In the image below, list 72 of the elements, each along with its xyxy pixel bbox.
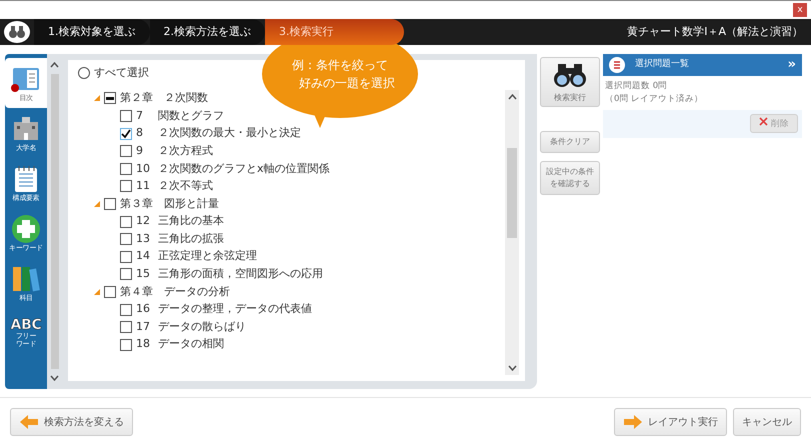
checkbox[interactable] (120, 110, 132, 122)
binoculars-icon (553, 62, 587, 88)
item-label: 正弦定理と余弦定理 (158, 248, 257, 264)
item-number: 10 (136, 160, 151, 177)
scrollbar-track[interactable] (505, 90, 519, 375)
scrollbar-thumb[interactable] (507, 148, 517, 238)
step-tab[interactable]: 1.検索対象を選ぶ (34, 19, 150, 45)
checkbox[interactable] (120, 128, 132, 140)
item-label: データの相関 (158, 336, 224, 352)
item-number: 14 (136, 248, 151, 264)
list-icon (609, 57, 625, 73)
item-label: 三角比の拡張 (158, 230, 224, 247)
item-label: データの整理，データの代表値 (158, 301, 312, 318)
checkbox[interactable] (104, 198, 116, 210)
close-button[interactable]: x (793, 3, 807, 17)
layout-run-button[interactable]: レイアウト実行 (614, 408, 727, 436)
item-number: 16 (136, 301, 151, 318)
item-number: 18 (136, 336, 151, 352)
left-arrow-icon (19, 414, 39, 430)
item-number: 8 (136, 125, 144, 142)
callout-text: 例：条件を絞って (292, 57, 388, 74)
step-tab[interactable]: 3.検索実行 (265, 19, 404, 45)
item-number: 13 (136, 230, 151, 247)
binoculars-icon (4, 21, 30, 43)
chapter-label: 第４章 データの分析 (120, 284, 230, 300)
checkbox[interactable] (120, 233, 132, 246)
checkbox[interactable] (120, 304, 132, 316)
checkbox[interactable] (120, 162, 132, 175)
item-number: 15 (136, 266, 151, 282)
checkbox[interactable] (104, 286, 116, 298)
item-label: 三角比の基本 (158, 213, 224, 230)
item-label: データの散らばり (158, 318, 246, 335)
checkbox[interactable] (120, 338, 132, 351)
checkbox[interactable] (120, 268, 132, 280)
scrollbar-thumb[interactable] (50, 74, 58, 369)
checkbox[interactable] (120, 145, 132, 158)
close-icon (759, 116, 768, 126)
abc-icon: ABC (10, 318, 42, 332)
item-label: ２次関数のグラフとx軸の位置関係 (158, 160, 330, 177)
checkmark-icon (121, 128, 131, 139)
panel-title: 選択問題一覧 (635, 58, 689, 72)
expand-button[interactable]: » (788, 55, 796, 75)
checkbox[interactable] (120, 216, 132, 228)
plus-icon (11, 214, 41, 244)
item-label: ２次関数の最大・最小と決定 (158, 125, 301, 142)
book-title: 黄チャート数学Ⅰ＋A（解法と演習） (627, 24, 804, 40)
item-label: 関数とグラフ (158, 108, 224, 124)
action-button[interactable]: 検索実行 (540, 57, 600, 107)
action-button[interactable]: 設定中の条件を確認する (540, 161, 600, 195)
minus-icon (106, 96, 114, 100)
chapter-label: 第３章 図形と計量 (120, 196, 219, 212)
item-number: 12 (136, 213, 151, 230)
layout-count: （0問 レイアウト済み） (605, 92, 704, 106)
checkbox[interactable] (120, 321, 132, 334)
chapter-label: 第２章 ２次関数 (120, 90, 208, 106)
action-button[interactable]: 条件クリア (540, 131, 600, 153)
selected-count: 選択問題数 0問 (605, 80, 668, 93)
item-label: ２次不等式 (158, 178, 213, 194)
callout-text: 好みの一題を選択 (298, 75, 395, 92)
item-label: ２次方程式 (158, 142, 213, 159)
item-number: 7 (136, 108, 144, 124)
item-number: 11 (136, 178, 151, 194)
step-tab[interactable]: 2.検索方法を選ぶ (150, 19, 265, 45)
item-label: 三角形の面積，空間図形への応用 (158, 266, 323, 282)
checkbox[interactable] (120, 250, 132, 263)
back-button[interactable]: 検索方法を変える (10, 408, 133, 436)
checkbox[interactable] (104, 92, 116, 104)
right-arrow-icon (623, 414, 643, 430)
item-number: 17 (136, 318, 151, 335)
checkbox[interactable] (120, 180, 132, 192)
item-number: 9 (136, 142, 144, 159)
cancel-button[interactable]: キャンセル (733, 408, 801, 436)
